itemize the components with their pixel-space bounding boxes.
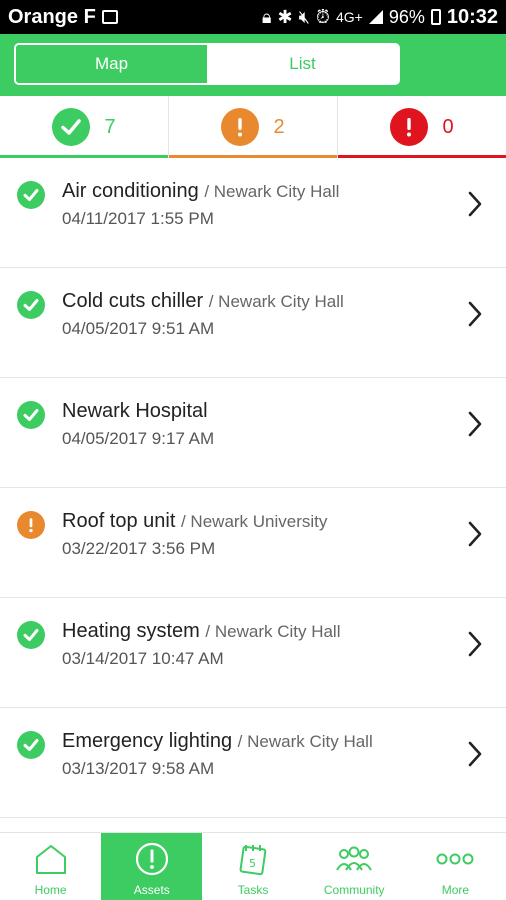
status-warning-icon xyxy=(17,511,45,539)
asset-date: 03/22/2017 3:56 PM xyxy=(62,539,216,558)
nav-assets-label: Assets xyxy=(133,883,170,897)
asset-name: Cold cuts chiller xyxy=(62,290,204,312)
image-notification-icon xyxy=(101,10,118,24)
asset-date: 03/14/2017 10:47 AM xyxy=(62,649,224,668)
carrier-name: Orange F xyxy=(8,5,96,28)
status-ok-icon xyxy=(17,291,45,319)
asset-location: / Newark City Hall xyxy=(208,292,344,311)
chevron-right-icon xyxy=(467,740,483,773)
chevron-right-icon xyxy=(467,630,483,663)
header-bar: Map List xyxy=(0,34,506,96)
home-icon xyxy=(34,841,68,877)
network-type: 4G+ xyxy=(335,9,363,25)
summary-warning-filter[interactable]: 2 xyxy=(169,96,338,158)
asset-name: Emergency lighting xyxy=(62,730,233,752)
chevron-right-icon xyxy=(467,520,483,553)
asset-name: Air conditioning xyxy=(62,180,199,202)
nav-more-label: More xyxy=(441,883,470,897)
bottom-navigation: Home Assets 5 Tasks Community More xyxy=(0,832,506,900)
bluetooth-icon: ✱ xyxy=(277,6,293,27)
asset-row[interactable]: Air conditioning / Newark City Hall 04/1… xyxy=(0,158,506,268)
asset-row[interactable]: Newark Hospital 04/05/2017 9:17 AM xyxy=(0,378,506,488)
error-circle-icon xyxy=(390,108,429,146)
summary-ok-filter[interactable]: 7 xyxy=(0,96,169,158)
nav-more[interactable]: More xyxy=(405,833,506,900)
people-group-icon xyxy=(335,841,373,877)
more-dots-icon xyxy=(436,841,474,877)
clock-time: 10:32 xyxy=(446,5,498,28)
signal-icon xyxy=(368,10,383,24)
tab-map[interactable]: Map xyxy=(16,45,207,83)
warning-circle-icon xyxy=(221,108,260,146)
battery-percent: 96% xyxy=(388,6,425,27)
alert-circle-icon xyxy=(135,841,169,877)
asset-location: / Newark University xyxy=(180,512,328,531)
asset-row[interactable]: Cold cuts chiller / Newark City Hall 04/… xyxy=(0,268,506,378)
summary-error-filter[interactable]: 0 xyxy=(338,96,506,158)
asset-list: Air conditioning / Newark City Hall 04/1… xyxy=(0,158,506,832)
asset-date: 04/05/2017 9:17 AM xyxy=(62,429,215,448)
mute-icon: 🔇︎ xyxy=(298,6,310,27)
tab-list[interactable]: List xyxy=(207,45,398,83)
nav-tasks-label: Tasks xyxy=(237,883,269,897)
asset-location: / Newark City Hall xyxy=(205,622,341,641)
svg-text:5: 5 xyxy=(249,857,256,870)
check-circle-icon xyxy=(52,108,91,146)
status-icons: 🔒︎ ✱ 🔇︎ ⏰︎ 4G+ 96% 10:32 xyxy=(262,6,498,29)
asset-location: / Newark City Hall xyxy=(237,732,373,751)
status-ok-icon xyxy=(17,731,45,759)
ok-count: 7 xyxy=(104,115,116,138)
asset-date: 03/13/2017 9:58 AM xyxy=(62,759,215,778)
error-count: 0 xyxy=(442,115,454,138)
asset-name: Roof top unit xyxy=(62,510,176,532)
asset-location: / Newark City Hall xyxy=(204,182,340,201)
asset-name: Newark Hospital xyxy=(62,400,208,422)
status-summary: 7 2 0 xyxy=(0,96,506,158)
asset-date: 04/11/2017 1:55 PM xyxy=(62,209,214,228)
warning-count: 2 xyxy=(273,115,285,138)
nav-home-label: Home xyxy=(34,883,67,897)
view-toggle: Map List xyxy=(14,43,400,85)
status-ok-icon xyxy=(17,621,45,649)
nav-community[interactable]: Community xyxy=(304,833,405,900)
asset-date: 04/05/2017 9:51 AM xyxy=(62,319,215,338)
nav-community-label: Community xyxy=(323,883,385,897)
status-ok-icon xyxy=(17,401,45,429)
status-ok-icon xyxy=(17,181,45,209)
alarm-icon: ⏰︎ xyxy=(315,6,330,27)
chevron-right-icon xyxy=(467,190,483,223)
calendar-task-icon: 5 xyxy=(237,841,269,877)
status-bar: Orange F 🔒︎ ✱ 🔇︎ ⏰︎ 4G+ 96% 10:32 xyxy=(0,0,506,34)
asset-row[interactable]: Emergency lighting / Newark City Hall 03… xyxy=(0,708,506,818)
chevron-right-icon xyxy=(467,410,483,443)
asset-name: Heating system xyxy=(62,620,200,642)
asset-row[interactable]: Roof top unit / Newark University 03/22/… xyxy=(0,488,506,598)
chevron-right-icon xyxy=(467,300,483,333)
nav-home[interactable]: Home xyxy=(0,833,101,900)
nav-assets[interactable]: Assets xyxy=(101,833,203,900)
battery-icon xyxy=(430,9,441,25)
lock-icon: 🔒︎ xyxy=(261,6,272,27)
nav-tasks[interactable]: 5 Tasks xyxy=(202,833,303,900)
asset-row[interactable]: Heating system / Newark City Hall 03/14/… xyxy=(0,598,506,708)
